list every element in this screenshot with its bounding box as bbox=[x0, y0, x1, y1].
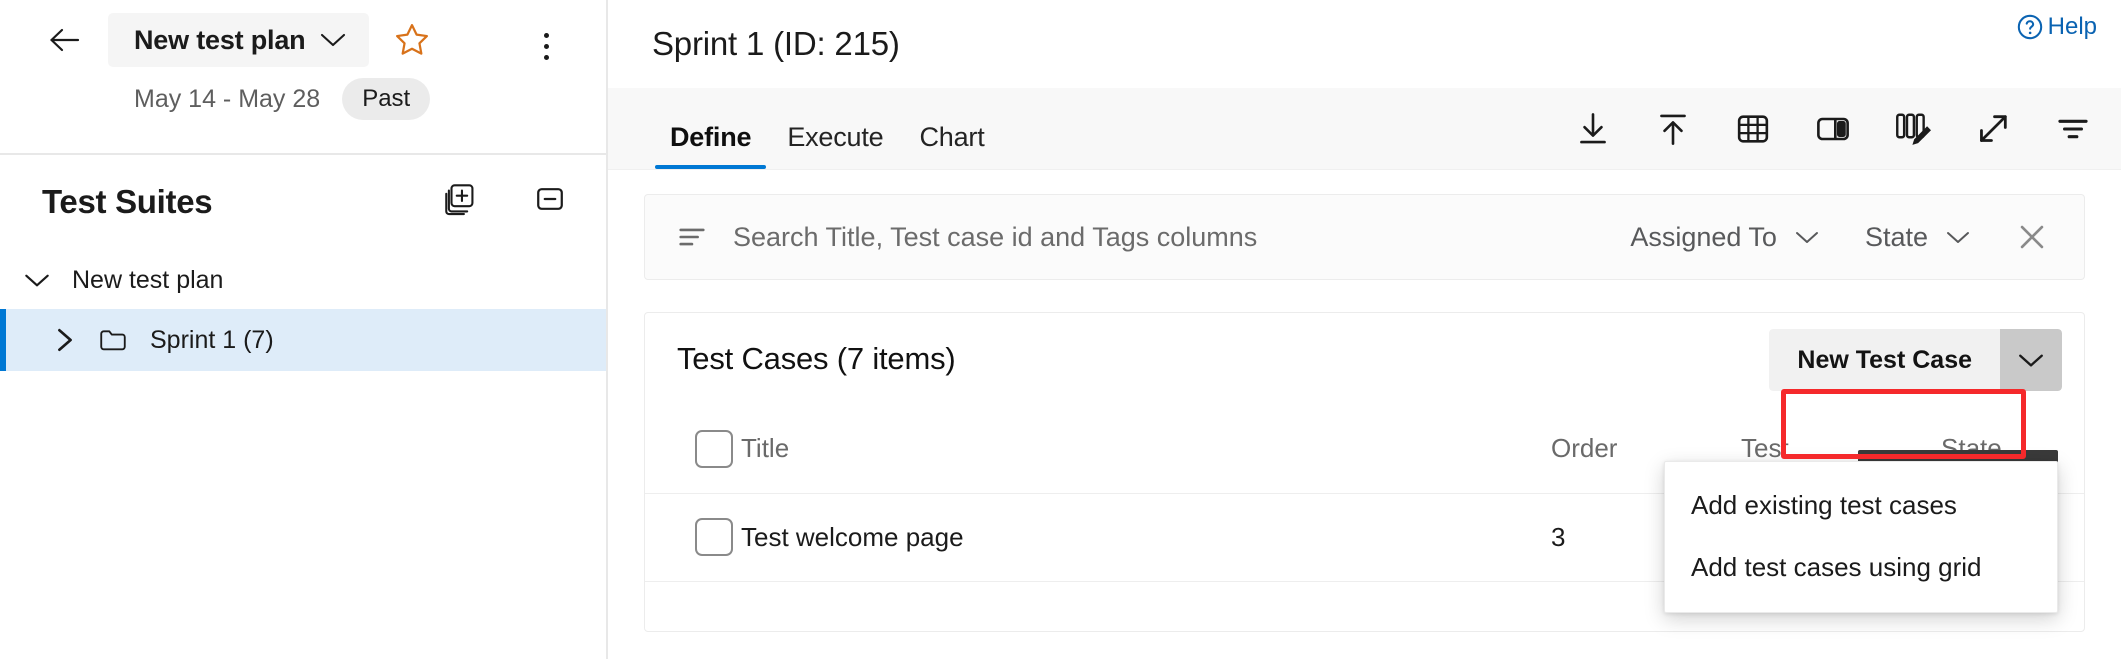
plan-header-top-row: New test plan bbox=[0, 0, 606, 68]
status-badge: Past bbox=[342, 78, 430, 120]
more-options-button[interactable] bbox=[524, 22, 568, 70]
chevron-down-icon bbox=[1944, 228, 1972, 246]
cell-value: Test welcome page bbox=[741, 522, 964, 552]
collapse-all-button[interactable] bbox=[526, 175, 574, 223]
download-icon bbox=[1573, 109, 1613, 149]
menu-item-add-test-cases-using-grid[interactable]: Add test cases using grid bbox=[1665, 536, 2057, 598]
search-input[interactable] bbox=[719, 222, 1608, 253]
tab-execute[interactable]: Execute bbox=[769, 122, 901, 169]
panel-split-icon bbox=[1813, 109, 1853, 149]
tab-define[interactable]: Define bbox=[652, 122, 769, 169]
chevron-down-icon bbox=[2016, 350, 2046, 370]
search-filter-bar: Assigned To State bbox=[644, 194, 2085, 280]
assigned-to-label: Assigned To bbox=[1630, 222, 1777, 253]
state-filter-label: State bbox=[1865, 222, 1928, 253]
plan-date-range: May 14 - May 28 bbox=[134, 85, 320, 114]
select-all-checkbox[interactable] bbox=[695, 430, 733, 468]
expand-all-icon bbox=[443, 182, 477, 216]
tree-node-label: New test plan bbox=[72, 266, 223, 295]
clear-filters-button[interactable] bbox=[2004, 209, 2060, 265]
test-cases-header: Test Cases (7 items) New Test Case bbox=[645, 313, 2084, 405]
expand-all-button[interactable] bbox=[436, 175, 484, 223]
cell-title: Test welcome page bbox=[741, 493, 1551, 581]
column-options-button[interactable] bbox=[1885, 101, 1941, 157]
menu-item-add-existing-test-cases[interactable]: Add existing test cases bbox=[1665, 474, 2057, 536]
plan-selector[interactable]: New test plan bbox=[108, 13, 369, 67]
column-label: Title bbox=[741, 433, 789, 463]
suite-tree: New test plan Sprint 1 (7) bbox=[0, 249, 606, 371]
export-button[interactable] bbox=[1565, 101, 1621, 157]
assigned-to-filter[interactable]: Assigned To bbox=[1608, 222, 1843, 253]
suite-title-bar: Sprint 1 (ID: 215) Help bbox=[608, 0, 2121, 88]
toolbar bbox=[1565, 101, 2101, 157]
collapse-all-icon bbox=[533, 182, 567, 216]
grid-view-button[interactable] bbox=[1725, 101, 1781, 157]
plan-header: New test plan May 14 - Ma bbox=[0, 0, 606, 155]
sidebar-item-label: Sprint 1 (7) bbox=[150, 326, 274, 355]
question-circle-icon bbox=[2015, 12, 2045, 42]
test-cases-heading: Test Cases (7 items) bbox=[677, 341, 956, 377]
import-button[interactable] bbox=[1645, 101, 1701, 157]
help-link[interactable]: Help bbox=[2015, 12, 2097, 42]
expand-diagonal-icon bbox=[1973, 109, 2013, 149]
new-test-case-caret-button[interactable] bbox=[2000, 329, 2062, 391]
column-label: Order bbox=[1551, 433, 1617, 463]
test-suites-title: Test Suites bbox=[42, 183, 212, 221]
split-pane-button[interactable] bbox=[1805, 101, 1861, 157]
filter-icon bbox=[2053, 109, 2093, 149]
new-test-case-menu: Add existing test cases Add test cases u… bbox=[1664, 461, 2058, 613]
close-icon bbox=[2015, 220, 2049, 254]
plan-selector-label: New test plan bbox=[134, 25, 305, 56]
row-select-cell bbox=[645, 493, 741, 581]
favorite-button[interactable] bbox=[389, 17, 435, 63]
tab-chart[interactable]: Chart bbox=[902, 122, 1003, 169]
tab-bar: Define Execute Chart bbox=[608, 88, 2121, 170]
cell-value: 3 bbox=[1551, 522, 1565, 552]
plan-header-bottom-row: May 14 - May 28 Past bbox=[0, 68, 606, 130]
column-header-title[interactable]: Title bbox=[741, 405, 1551, 493]
chevron-down-icon bbox=[22, 270, 52, 290]
filter-button[interactable] bbox=[2045, 101, 2101, 157]
arrow-left-icon bbox=[45, 25, 85, 55]
more-vertical-icon bbox=[544, 33, 549, 60]
select-all-cell bbox=[645, 405, 741, 493]
search-icon-wrap bbox=[675, 220, 719, 254]
star-outline-icon bbox=[393, 21, 431, 59]
sidebar-item-sprint-1[interactable]: Sprint 1 (7) bbox=[0, 309, 606, 371]
folder-icon bbox=[98, 327, 128, 353]
page-title: Sprint 1 (ID: 215) bbox=[652, 25, 900, 63]
column-label: Test bbox=[1741, 433, 1789, 463]
new-test-case-group: New Test Case bbox=[1769, 329, 2062, 391]
state-filter[interactable]: State bbox=[1843, 222, 1994, 253]
left-sidebar: New test plan May 14 - Ma bbox=[0, 0, 608, 659]
chevron-down-icon bbox=[319, 31, 347, 49]
grid-icon bbox=[1733, 109, 1773, 149]
tabs: Define Execute Chart bbox=[608, 87, 1003, 169]
test-suites-header: Test Suites bbox=[0, 155, 606, 249]
back-button[interactable] bbox=[34, 15, 96, 65]
fullscreen-button[interactable] bbox=[1965, 101, 2021, 157]
row-checkbox[interactable] bbox=[695, 518, 733, 556]
column-options-icon bbox=[1892, 108, 1934, 150]
help-label: Help bbox=[2048, 13, 2097, 41]
test-plan-page: New test plan May 14 - Ma bbox=[0, 0, 2121, 659]
tree-node-new-test-plan[interactable]: New test plan bbox=[0, 251, 606, 309]
chevron-right-icon bbox=[54, 326, 76, 354]
chevron-down-icon bbox=[1793, 228, 1821, 246]
filter-lines-icon bbox=[675, 220, 709, 254]
test-suites-actions bbox=[436, 175, 574, 223]
upload-icon bbox=[1653, 109, 1693, 149]
new-test-case-button[interactable]: New Test Case bbox=[1769, 329, 2000, 391]
